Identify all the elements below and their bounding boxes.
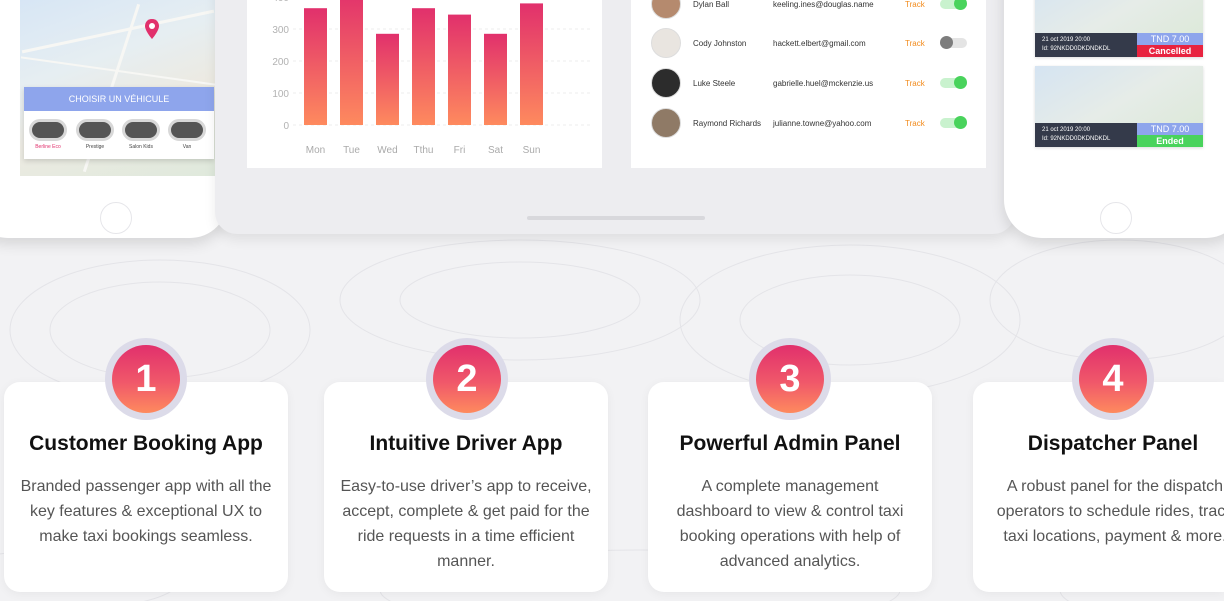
vehicle-label: Prestige bbox=[85, 144, 105, 150]
feature-title: Dispatcher Panel bbox=[1027, 432, 1199, 455]
track-link[interactable]: Track bbox=[905, 79, 925, 88]
step-badge: 2 bbox=[426, 338, 508, 420]
ride-id: Id: 92NKDD0DKDNDKDL bbox=[1042, 136, 1111, 142]
x-tick-label: Sun bbox=[523, 145, 541, 156]
feature-title: Intuitive Driver App bbox=[369, 432, 563, 455]
driver-name: Raymond Richards bbox=[693, 119, 762, 128]
table-row: Cody Johnston hackett.elbert@gmail.com T… bbox=[631, 27, 986, 59]
step-number: 1 bbox=[112, 345, 180, 413]
track-link[interactable]: Track bbox=[905, 119, 925, 128]
step-number: 3 bbox=[756, 345, 824, 413]
ride-price: TND 7.00 bbox=[1137, 33, 1203, 45]
table-row: Raymond Richards julianne.towne@yahoo.co… bbox=[631, 107, 986, 139]
avatar bbox=[651, 0, 681, 19]
feature-description: Easy-to-use driver’s app to receive, acc… bbox=[340, 478, 592, 570]
avatar bbox=[651, 68, 681, 98]
feature-title: Powerful Admin Panel bbox=[679, 432, 901, 455]
driver-active-toggle[interactable] bbox=[940, 36, 967, 49]
revenue-chart-card: 400 300 200 100 0 Mon Tue Wed Tthu Fri Sat Sun bbox=[247, 0, 602, 168]
bar-wed[interactable] bbox=[376, 33, 399, 125]
track-link[interactable]: Track bbox=[905, 0, 925, 9]
ride-price: TND 7.00 bbox=[1137, 123, 1203, 135]
x-tick-label: Sat bbox=[488, 145, 503, 156]
ride-status-badge: Ended bbox=[1137, 135, 1203, 147]
x-tick-label: Wed bbox=[377, 145, 397, 156]
ride-card[interactable]: 21 oct 2019 20:00 Id: 92NKDD0DKDNDKDL TN… bbox=[1035, 0, 1203, 57]
home-button bbox=[1100, 202, 1132, 234]
vehicle-option-prestige[interactable] bbox=[76, 119, 114, 141]
vehicle-option-salon-kids[interactable] bbox=[122, 119, 160, 141]
y-tick-label: 200 bbox=[272, 57, 289, 68]
x-tick-label: Fri bbox=[454, 145, 466, 156]
table-row: Luke Steele gabrielle.huel@mckenzie.us T… bbox=[631, 67, 986, 99]
ride-date: 21 oct 2019 20:00 bbox=[1042, 127, 1091, 133]
bar-tthu[interactable] bbox=[412, 8, 435, 126]
ride-card[interactable]: 21 oct 2019 20:00 Id: 92NKDD0DKDNDKDL TN… bbox=[1035, 66, 1203, 147]
step-number: 4 bbox=[1079, 345, 1147, 413]
horizontal-scrollbar[interactable] bbox=[527, 216, 705, 220]
vehicle-label: Van bbox=[182, 144, 192, 150]
driver-name: Cody Johnston bbox=[693, 39, 747, 48]
table-row: Dylan Ball keeling.ines@douglas.name Tra… bbox=[631, 0, 986, 20]
ride-date: 21 oct 2019 20:00 bbox=[1042, 37, 1091, 43]
ride-map bbox=[1035, 66, 1203, 123]
driver-email: keeling.ines@douglas.name bbox=[773, 0, 874, 9]
y-tick-label: 400 bbox=[272, 0, 289, 4]
feature-description: A robust panel for the dispatch operator… bbox=[996, 478, 1224, 545]
vehicle-option-berline-eco[interactable] bbox=[29, 119, 67, 141]
ride-id: Id: 92NKDD0DKDNDKDL bbox=[1042, 46, 1111, 52]
step-badge: 3 bbox=[749, 338, 831, 420]
driver-active-toggle[interactable] bbox=[940, 116, 967, 129]
drivers-table-card: Dylan Ball keeling.ines@douglas.name Tra… bbox=[631, 0, 986, 168]
step-number: 2 bbox=[433, 345, 501, 413]
ride-info: 21 oct 2019 20:00 Id: 92NKDD0DKDNDKDL bbox=[1035, 123, 1137, 147]
step-badge: 4 bbox=[1072, 338, 1154, 420]
track-link[interactable]: Track bbox=[905, 39, 925, 48]
x-tick-label: Tthu bbox=[413, 145, 433, 156]
location-pin-icon bbox=[145, 19, 159, 39]
driver-email: hackett.elbert@gmail.com bbox=[773, 39, 866, 48]
feature-description: Branded passenger app with all the key f… bbox=[20, 478, 272, 545]
y-tick-label: 0 bbox=[283, 121, 289, 132]
driver-active-toggle[interactable] bbox=[940, 76, 967, 89]
ride-map bbox=[1035, 0, 1203, 33]
bar-fri[interactable] bbox=[448, 14, 471, 126]
y-tick-label: 100 bbox=[272, 89, 289, 100]
driver-email: gabrielle.huel@mckenzie.us bbox=[773, 79, 874, 88]
bar-tue[interactable] bbox=[340, 0, 363, 125]
driver-name: Luke Steele bbox=[693, 79, 736, 88]
x-tick-label: Tue bbox=[343, 145, 360, 156]
feature-title: Customer Booking App bbox=[29, 432, 263, 455]
driver-email: julianne.towne@yahoo.com bbox=[773, 119, 872, 128]
vehicle-label: Berline Eco bbox=[35, 144, 61, 150]
bar-sat[interactable] bbox=[484, 33, 507, 125]
choose-vehicle-panel: CHOISIR UN VÉHICULE Berline Eco Prestige… bbox=[24, 87, 214, 159]
avatar bbox=[651, 108, 681, 138]
ride-status-badge: Cancelled bbox=[1137, 45, 1203, 57]
x-tick-label: Mon bbox=[306, 145, 325, 156]
bar-chart: 400 300 200 100 0 Mon Tue Wed Tthu Fri Sat Sun bbox=[272, 0, 593, 156]
driver-name: Dylan Ball bbox=[693, 0, 730, 9]
feature-description: A complete management dashboard to view … bbox=[676, 478, 904, 570]
panel-title: CHOISIR UN VÉHICULE bbox=[24, 87, 214, 111]
driver-active-toggle[interactable] bbox=[940, 0, 967, 10]
bar-sun[interactable] bbox=[520, 3, 543, 125]
y-tick-label: 300 bbox=[272, 25, 289, 36]
vehicle-label: Salon Kids bbox=[129, 144, 153, 150]
avatar bbox=[651, 28, 681, 58]
step-badge: 1 bbox=[105, 338, 187, 420]
home-button bbox=[100, 202, 132, 234]
ride-info: 21 oct 2019 20:00 Id: 92NKDD0DKDNDKDL bbox=[1035, 33, 1137, 57]
bar-mon[interactable] bbox=[304, 8, 327, 126]
vehicle-option-van[interactable] bbox=[168, 119, 206, 141]
